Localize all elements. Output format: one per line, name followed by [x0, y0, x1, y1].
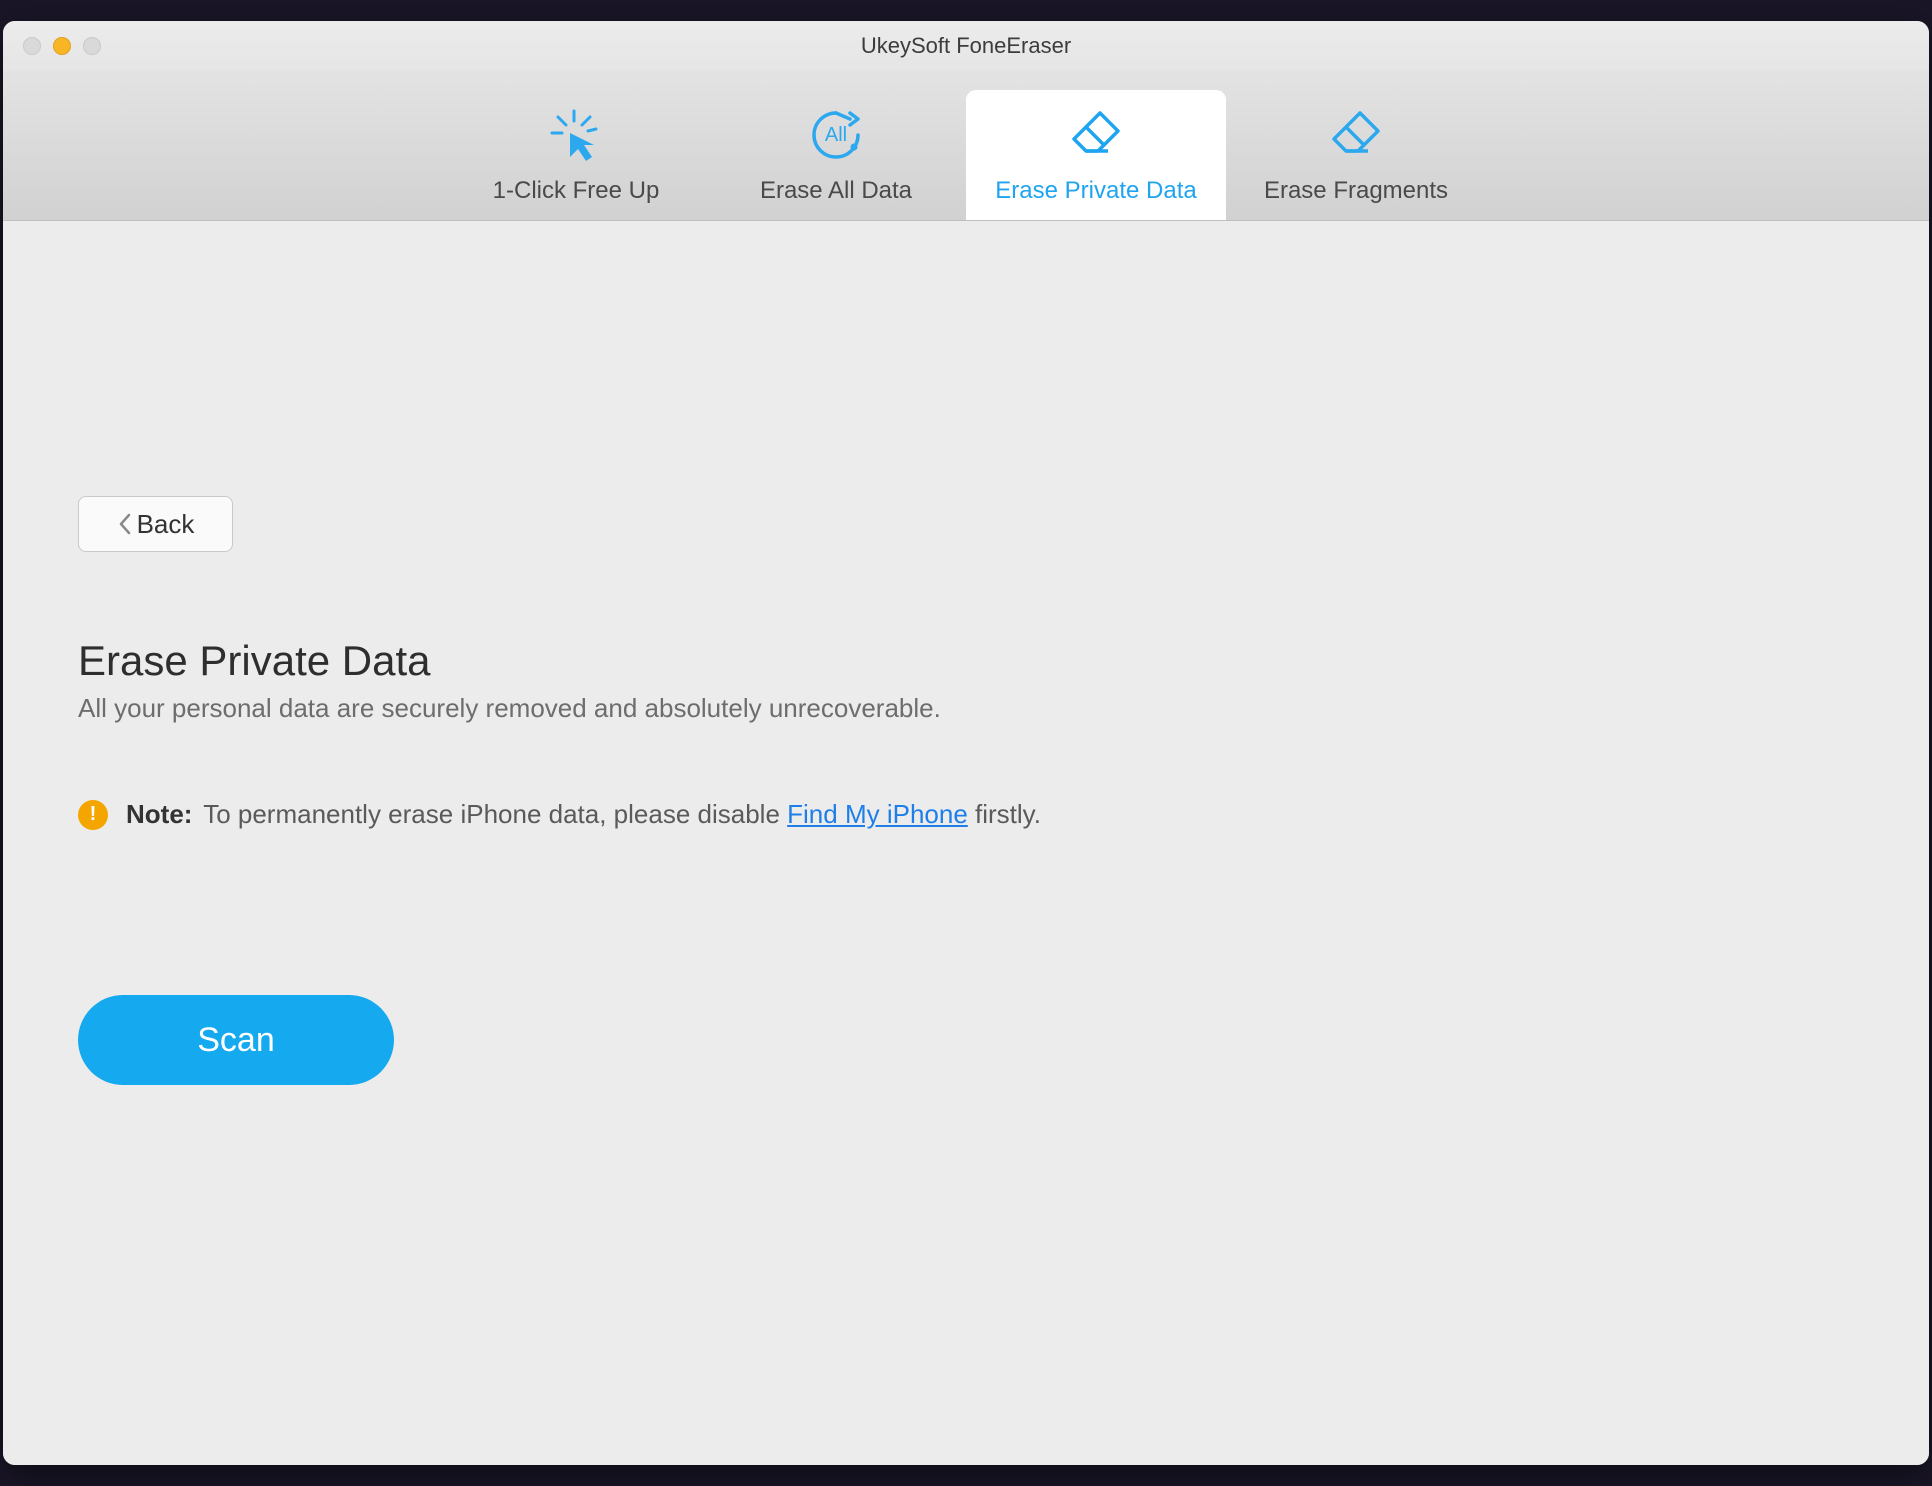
- eraser-icon: [1326, 105, 1386, 165]
- titlebar: UkeySoft FoneEraser: [3, 21, 1929, 71]
- note-label: Note:: [126, 799, 192, 829]
- tab-erase-private-data[interactable]: Erase Private Data: [966, 90, 1226, 220]
- note-text-container: Note: To permanently erase iPhone data, …: [126, 799, 1041, 830]
- page-subheading: All your personal data are securely remo…: [78, 693, 1854, 724]
- tab-1-click-free-up[interactable]: 1-Click Free Up: [446, 90, 706, 220]
- note-prefix: To permanently erase iPhone data, please…: [203, 799, 787, 829]
- eraser-icon: [1066, 105, 1126, 165]
- tabbar: 1-Click Free Up All Erase All Data: [3, 71, 1929, 221]
- scan-button[interactable]: Scan: [78, 995, 394, 1085]
- app-window: UkeySoft FoneEraser 1-Click Free Up: [3, 21, 1929, 1465]
- back-button[interactable]: Back: [78, 496, 233, 552]
- chevron-left-icon: [117, 512, 133, 536]
- clock-all-icon: All: [806, 105, 866, 165]
- close-window-button[interactable]: [23, 37, 41, 55]
- note-suffix: firstly.: [968, 799, 1041, 829]
- warning-icon: !: [78, 800, 108, 830]
- tab-label: Erase Private Data: [995, 177, 1196, 205]
- window-title: UkeySoft FoneEraser: [861, 33, 1071, 59]
- zoom-window-button[interactable]: [83, 37, 101, 55]
- tab-erase-fragments[interactable]: Erase Fragments: [1226, 90, 1486, 220]
- cursor-spark-icon: [546, 105, 606, 165]
- tab-erase-all-data[interactable]: All Erase All Data: [706, 90, 966, 220]
- find-my-iphone-link[interactable]: Find My iPhone: [787, 799, 968, 829]
- content-area: Back Erase Private Data All your persona…: [3, 221, 1929, 1465]
- page-heading: Erase Private Data: [78, 637, 1854, 685]
- tab-label: Erase Fragments: [1264, 177, 1448, 205]
- svg-text:All: All: [825, 124, 847, 146]
- scan-label: Scan: [197, 1021, 275, 1060]
- note-row: ! Note: To permanently erase iPhone data…: [78, 799, 1854, 830]
- traffic-lights: [3, 37, 101, 55]
- tab-label: 1-Click Free Up: [493, 177, 660, 205]
- minimize-window-button[interactable]: [53, 37, 71, 55]
- tab-label: Erase All Data: [760, 177, 912, 205]
- back-label: Back: [137, 509, 195, 540]
